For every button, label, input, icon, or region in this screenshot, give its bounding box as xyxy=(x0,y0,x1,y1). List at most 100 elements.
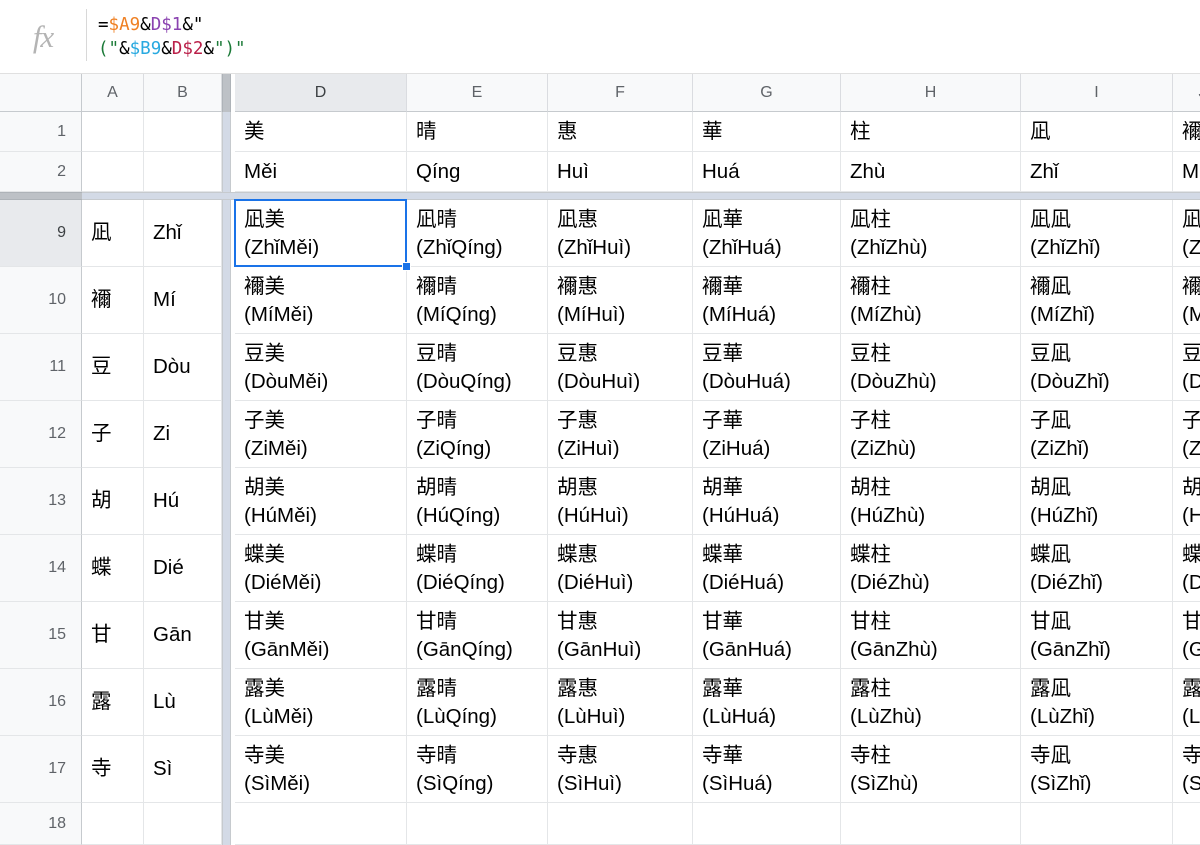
cell-B11[interactable]: Dòu xyxy=(144,334,222,401)
cell-H1[interactable]: 柱 xyxy=(841,112,1021,152)
fill-handle[interactable] xyxy=(402,262,411,271)
cell-F17[interactable]: 寺惠 (SìHuì) xyxy=(548,736,693,803)
select-all-corner[interactable] xyxy=(0,74,82,112)
cell-G11[interactable]: 豆華 (DòuHuá) xyxy=(693,334,841,401)
cell-E15[interactable]: 甘晴 (GānQíng) xyxy=(407,602,548,669)
cell-I1[interactable]: 凪 xyxy=(1021,112,1173,152)
cell-B14[interactable]: Dié xyxy=(144,535,222,602)
cell-A2[interactable] xyxy=(82,152,144,192)
cell-A17[interactable]: 寺 xyxy=(82,736,144,803)
cell-D18[interactable] xyxy=(235,803,407,845)
cell-H11[interactable]: 豆柱 (DòuZhù) xyxy=(841,334,1021,401)
cell-D13[interactable]: 胡美 (HúMěi) xyxy=(235,468,407,535)
cell-E18[interactable] xyxy=(407,803,548,845)
cell-D12[interactable]: 子美 (ZiMěi) xyxy=(235,401,407,468)
cell-J18[interactable] xyxy=(1173,803,1200,845)
cell-G18[interactable] xyxy=(693,803,841,845)
cell-F9[interactable]: 凪惠 (ZhǐHuì) xyxy=(548,200,693,267)
cell-A1[interactable] xyxy=(82,112,144,152)
hidden-columns-indicator-header[interactable] xyxy=(222,74,231,112)
cell-A14[interactable]: 蝶 xyxy=(82,535,144,602)
formula-input[interactable]: =$A9&D$1&" ("&$B9&D$2&")" xyxy=(87,0,1200,61)
cell-A12[interactable]: 子 xyxy=(82,401,144,468)
cell-G15[interactable]: 甘華 (GānHuá) xyxy=(693,602,841,669)
cell-A15[interactable]: 甘 xyxy=(82,602,144,669)
column-header-G[interactable]: G xyxy=(693,74,841,112)
cell-D9[interactable]: 凪美 (ZhǐMěi) xyxy=(235,200,407,267)
column-header-H[interactable]: H xyxy=(841,74,1021,112)
cell-B16[interactable]: Lù xyxy=(144,669,222,736)
cell-F10[interactable]: 襧惠 (MíHuì) xyxy=(548,267,693,334)
row-header-1[interactable]: 1 xyxy=(0,112,82,152)
cell-E9[interactable]: 凪晴 (ZhǐQíng) xyxy=(407,200,548,267)
cell-F16[interactable]: 露惠 (LùHuì) xyxy=(548,669,693,736)
cell-A13[interactable]: 胡 xyxy=(82,468,144,535)
cell-F15[interactable]: 甘惠 (GānHuì) xyxy=(548,602,693,669)
cell-E17[interactable]: 寺晴 (SìQíng) xyxy=(407,736,548,803)
cell-D1[interactable]: 美 xyxy=(235,112,407,152)
cell-I9[interactable]: 凪凪 (ZhǐZhǐ) xyxy=(1021,200,1173,267)
cell-A11[interactable]: 豆 xyxy=(82,334,144,401)
cell-B15[interactable]: Gān xyxy=(144,602,222,669)
cell-I18[interactable] xyxy=(1021,803,1173,845)
cell-B10[interactable]: Mí xyxy=(144,267,222,334)
cell-F13[interactable]: 胡惠 (HúHuì) xyxy=(548,468,693,535)
cell-J11[interactable]: 豆襧 (DòuMí) xyxy=(1173,334,1200,401)
row-header-10[interactable]: 10 xyxy=(0,267,82,334)
cell-H16[interactable]: 露柱 (LùZhù) xyxy=(841,669,1021,736)
row-header-15[interactable]: 15 xyxy=(0,602,82,669)
cell-F1[interactable]: 惠 xyxy=(548,112,693,152)
cell-E2[interactable]: Qíng xyxy=(407,152,548,192)
cell-E12[interactable]: 子晴 (ZiQíng) xyxy=(407,401,548,468)
cell-A18[interactable] xyxy=(82,803,144,845)
cell-H15[interactable]: 甘柱 (GānZhù) xyxy=(841,602,1021,669)
hidden-rows-indicator-header[interactable] xyxy=(0,192,82,200)
cell-F11[interactable]: 豆惠 (DòuHuì) xyxy=(548,334,693,401)
cell-G14[interactable]: 蝶華 (DiéHuá) xyxy=(693,535,841,602)
cell-A9[interactable]: 凪 xyxy=(82,200,144,267)
cell-I14[interactable]: 蝶凪 (DiéZhǐ) xyxy=(1021,535,1173,602)
cell-B13[interactable]: Hú xyxy=(144,468,222,535)
cell-D16[interactable]: 露美 (LùMěi) xyxy=(235,669,407,736)
cell-F12[interactable]: 子惠 (ZiHuì) xyxy=(548,401,693,468)
column-header-B[interactable]: B xyxy=(144,74,222,112)
cell-G2[interactable]: Huá xyxy=(693,152,841,192)
column-header-F[interactable]: F xyxy=(548,74,693,112)
cell-A16[interactable]: 露 xyxy=(82,669,144,736)
cell-A10[interactable]: 襧 xyxy=(82,267,144,334)
cell-E16[interactable]: 露晴 (LùQíng) xyxy=(407,669,548,736)
column-header-I[interactable]: I xyxy=(1021,74,1173,112)
cell-H12[interactable]: 子柱 (ZiZhù) xyxy=(841,401,1021,468)
cell-J15[interactable]: 甘襧 (GānMí) xyxy=(1173,602,1200,669)
cell-J12[interactable]: 子襧 (ZiMí) xyxy=(1173,401,1200,468)
cell-B2[interactable] xyxy=(144,152,222,192)
hidden-rows-indicator-band[interactable] xyxy=(82,192,1200,200)
cell-E1[interactable]: 晴 xyxy=(407,112,548,152)
cell-E14[interactable]: 蝶晴 (DiéQíng) xyxy=(407,535,548,602)
cell-J1[interactable]: 襧 xyxy=(1173,112,1200,152)
row-header-11[interactable]: 11 xyxy=(0,334,82,401)
cell-J14[interactable]: 蝶襧 (DiéMí) xyxy=(1173,535,1200,602)
cell-J10[interactable]: 襧襧 (MíMí) xyxy=(1173,267,1200,334)
spreadsheet-grid[interactable]: ABDEFGHIJ129101112131415161718美晴惠華柱凪襧Měi… xyxy=(0,74,1200,845)
cell-B12[interactable]: Zi xyxy=(144,401,222,468)
cell-G10[interactable]: 襧華 (MíHuá) xyxy=(693,267,841,334)
cell-J9[interactable]: 凪襧 (ZhǐMí) xyxy=(1173,200,1200,267)
cell-D10[interactable]: 襧美 (MíMěi) xyxy=(235,267,407,334)
cell-I2[interactable]: Zhǐ xyxy=(1021,152,1173,192)
cell-E10[interactable]: 襧晴 (MíQíng) xyxy=(407,267,548,334)
cell-J13[interactable]: 胡襧 (HúMí) xyxy=(1173,468,1200,535)
row-header-2[interactable]: 2 xyxy=(0,152,82,192)
cell-H10[interactable]: 襧柱 (MíZhù) xyxy=(841,267,1021,334)
cell-E13[interactable]: 胡晴 (HúQíng) xyxy=(407,468,548,535)
cell-B17[interactable]: Sì xyxy=(144,736,222,803)
cell-H14[interactable]: 蝶柱 (DiéZhù) xyxy=(841,535,1021,602)
cell-I13[interactable]: 胡凪 (HúZhǐ) xyxy=(1021,468,1173,535)
cell-G16[interactable]: 露華 (LùHuá) xyxy=(693,669,841,736)
cell-H17[interactable]: 寺柱 (SìZhù) xyxy=(841,736,1021,803)
cell-H9[interactable]: 凪柱 (ZhǐZhù) xyxy=(841,200,1021,267)
column-header-D[interactable]: D xyxy=(235,74,407,112)
row-header-13[interactable]: 13 xyxy=(0,468,82,535)
row-header-12[interactable]: 12 xyxy=(0,401,82,468)
cell-F18[interactable] xyxy=(548,803,693,845)
